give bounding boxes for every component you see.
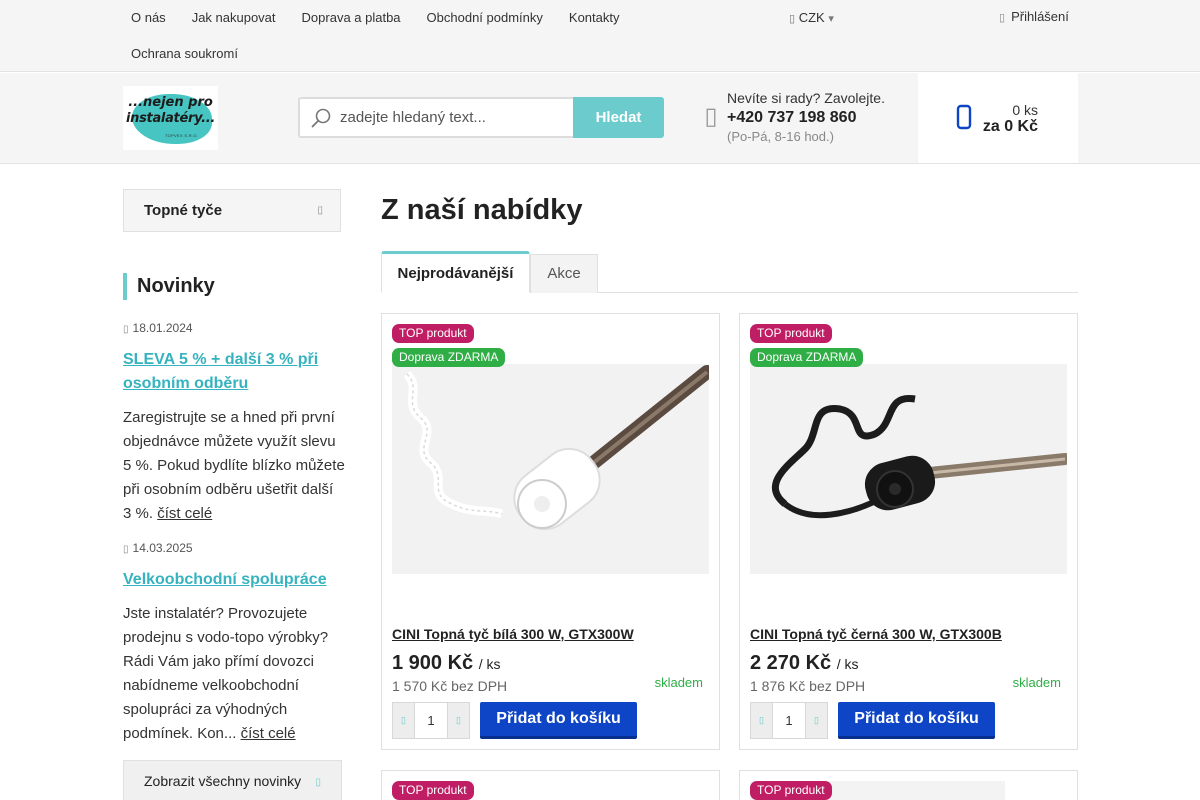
chevron-right-icon: ▯ (317, 205, 323, 216)
category-menu-item[interactable]: Topné tyče ▯ (123, 189, 341, 232)
news-date-text: 14.03.2025 (132, 541, 193, 555)
product-tabs: Nejprodávanější Akce (381, 251, 1078, 293)
calendar-icon: ▯ (123, 544, 129, 555)
tab-sale[interactable]: Akce (530, 254, 598, 293)
product-image[interactable] (750, 364, 1067, 574)
product-price-unit: / ks (478, 656, 501, 672)
cart-icon (956, 104, 972, 130)
logo-text-line1: ...nejen pro (128, 95, 213, 110)
news-read-more-link[interactable]: číst celé (157, 505, 212, 522)
nav-link-doprava-a-platba[interactable]: Doprava a platba (289, 0, 414, 36)
nav-link-jak-nakupovat[interactable]: Jak nakupovat (179, 0, 289, 36)
product-stock: skladem (1012, 675, 1061, 690)
currency-label: CZK (798, 10, 825, 25)
product-card: TOP produkt (739, 770, 1078, 800)
phone-icon: ▯ (704, 103, 718, 130)
product-price: 2 270 Kč / ks (750, 652, 859, 675)
quantity-stepper: ▯ 1 ▯ (750, 702, 828, 739)
quantity-input[interactable]: 1 (415, 703, 447, 738)
cart-total: za 0 Kč (982, 118, 1038, 135)
heating-rod-white-image (392, 364, 709, 574)
badge-free-shipping: Doprava ZDARMA (392, 348, 506, 367)
product-price-value: 1 900 Kč (392, 652, 474, 674)
nav-link-o-nas[interactable]: O nás (118, 0, 179, 36)
calendar-icon: ▯ (123, 324, 129, 335)
product-name-link[interactable]: CINI Topná tyč bílá 300 W, GTX300W (392, 626, 634, 642)
news-date-text: 18.01.2024 (132, 321, 193, 335)
quantity-input[interactable]: 1 (773, 703, 805, 738)
news-item: ▯ 18.01.2024 SLEVA 5 % + další 3 % při os… (123, 320, 345, 526)
search-icon (311, 108, 331, 128)
all-news-button[interactable]: Zobrazit všechny novinky ▯ (123, 760, 342, 800)
news-excerpt: Jste instalatér? Provozujete prodejnu s … (123, 602, 345, 746)
product-price-unit: / ks (836, 656, 859, 672)
page-title: Z naší nabídky (381, 194, 583, 226)
search-button[interactable]: Hledat (573, 97, 664, 138)
cart-count: 0 ks (1012, 102, 1038, 118)
nav-link-kontakty[interactable]: Kontakty (556, 0, 633, 36)
logo-text-line3: TOPVEX S.R.O. (165, 133, 199, 138)
all-news-label: Zobrazit všechny novinky (144, 773, 302, 789)
cart-button[interactable]: 0 ks za 0 Kč (918, 73, 1078, 163)
tab-bestsellers[interactable]: Nejprodávanější (381, 251, 530, 293)
plus-icon[interactable]: ▯ (805, 703, 827, 738)
search-input[interactable] (340, 99, 570, 136)
product-price: 1 900 Kč / ks (392, 652, 501, 675)
contact-phone[interactable]: +420 737 198 860 (727, 107, 885, 129)
news-item: ▯ 14.03.2025 Velkoobchodní spolupráce Jst… (123, 540, 345, 746)
nav-link-ochrana-soukromi[interactable]: Ochrana soukromí (118, 36, 251, 72)
chevron-right-icon: ▯ (315, 777, 321, 788)
user-icon: ▯ (999, 12, 1006, 24)
currency-icon: ▯ (789, 13, 796, 25)
news-heading: Novinky (123, 273, 215, 300)
heating-rod-black-image (750, 364, 1067, 574)
badge-free-shipping: Doprava ZDARMA (750, 348, 864, 367)
product-card: TOP produkt Doprava ZDARMA CINI Topná ty… (381, 313, 720, 750)
news-read-more-link[interactable]: číst celé (241, 725, 296, 742)
product-price-value: 2 270 Kč (750, 652, 832, 674)
badge-top-product: TOP produkt (750, 781, 832, 800)
badge-top-product: TOP produkt (392, 324, 474, 343)
search-box (298, 97, 574, 138)
top-navigation: O nás Jak nakupovat Doprava a platba Obc… (118, 0, 758, 72)
category-label: Topné tyče (144, 202, 223, 219)
news-date: ▯ 14.03.2025 (123, 540, 345, 558)
product-card: TOP produkt Doprava ZDARMA CINI Topná ty… (739, 313, 1078, 750)
logo[interactable]: ...nejen pro instalatéry... TOPVEX S.R.O… (123, 86, 218, 150)
plus-icon[interactable]: ▯ (447, 703, 469, 738)
header: ...nejen pro instalatéry... TOPVEX S.R.O… (0, 73, 1200, 164)
add-to-cart-button[interactable]: Přidat do košíku (480, 702, 637, 739)
currency-selector[interactable]: ▯ CZK ▾ (789, 10, 834, 27)
contact-hours: (Po-Pá, 8-16 hod.) (727, 129, 834, 144)
minus-icon[interactable]: ▯ (751, 703, 773, 738)
add-to-cart-button[interactable]: Přidat do košíku (838, 702, 995, 739)
login-link[interactable]: ▯ Přihlášení (999, 9, 1069, 26)
product-name-link[interactable]: CINI Topná tyč černá 300 W, GTX300B (750, 626, 1002, 642)
product-card: TOP produkt (381, 770, 720, 800)
login-label: Přihlášení (1011, 9, 1069, 24)
news-date: ▯ 18.01.2024 (123, 320, 345, 338)
news-title-link[interactable]: SLEVA 5 % + další 3 % při osobním odběru (123, 348, 345, 396)
product-price-nett: 1 570 Kč bez DPH (392, 678, 508, 694)
badge-top-product: TOP produkt (750, 324, 832, 343)
news-title-link[interactable]: Velkoobchodní spolupráce (123, 568, 345, 592)
contact-question: Nevíte si rady? Zavolejte. (727, 90, 885, 106)
news-excerpt-text: Jste instalatér? Provozujete prodejnu s … (123, 605, 329, 742)
logo-text-line2: instalatéry... (125, 111, 215, 126)
product-price-nett: 1 876 Kč bez DPH (750, 678, 866, 694)
contact-info: Nevíte si rady? Zavolejte. +420 737 198 … (727, 89, 885, 145)
nav-link-obchodni-podminky[interactable]: Obchodní podmínky (414, 0, 556, 36)
quantity-stepper: ▯ 1 ▯ (392, 702, 470, 739)
product-image[interactable] (392, 364, 709, 574)
top-bar: O nás Jak nakupovat Doprava a platba Obc… (0, 0, 1200, 72)
news-excerpt: Zaregistrujte se a hned při první objedn… (123, 406, 345, 526)
chevron-down-icon: ▾ (828, 13, 834, 25)
product-stock: skladem (654, 675, 703, 690)
minus-icon[interactable]: ▯ (393, 703, 415, 738)
badge-top-product: TOP produkt (392, 781, 474, 800)
